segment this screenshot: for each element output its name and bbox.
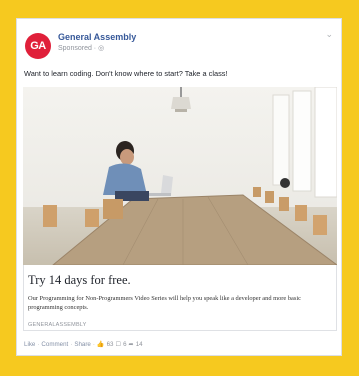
action-bar: Like · Comment · Share · 👍 63 ☐ 6 ➦ 14: [24, 340, 143, 349]
share-button[interactable]: Share: [74, 341, 91, 348]
ad-card: GA General Assembly Sponsored · ◎ ⌄ Want…: [16, 18, 342, 356]
sponsored-label: Sponsored · ◎: [58, 45, 105, 52]
like-count-icon: 👍: [96, 341, 105, 348]
post-text: Want to learn coding. Don't know where t…: [24, 69, 228, 78]
logo-text: GA: [30, 40, 46, 52]
chevron-down-icon[interactable]: ⌄: [325, 29, 333, 40]
separator: ·: [92, 340, 95, 348]
ad-description: Our Programming for Non-Programmers Vide…: [28, 295, 301, 311]
comment-count-icon: ☐: [115, 340, 122, 348]
share-count[interactable]: 14: [136, 341, 143, 348]
share-count-icon: ➦: [128, 340, 134, 348]
comment-count[interactable]: 6: [123, 341, 126, 348]
separator: ·: [37, 340, 40, 348]
ad-image[interactable]: [23, 87, 337, 265]
ad-photo: [23, 87, 337, 265]
like-button[interactable]: Like: [24, 341, 35, 348]
comment-button[interactable]: Comment: [41, 341, 68, 348]
ad-headline[interactable]: Try 14 days for free.: [28, 273, 131, 288]
ad-domain: GENERALASSEMBLY: [28, 322, 87, 328]
like-count[interactable]: 63: [107, 341, 114, 348]
page-name-link[interactable]: General Assembly: [58, 32, 136, 42]
separator: ·: [70, 340, 73, 348]
advertiser-logo[interactable]: GA: [25, 33, 51, 59]
